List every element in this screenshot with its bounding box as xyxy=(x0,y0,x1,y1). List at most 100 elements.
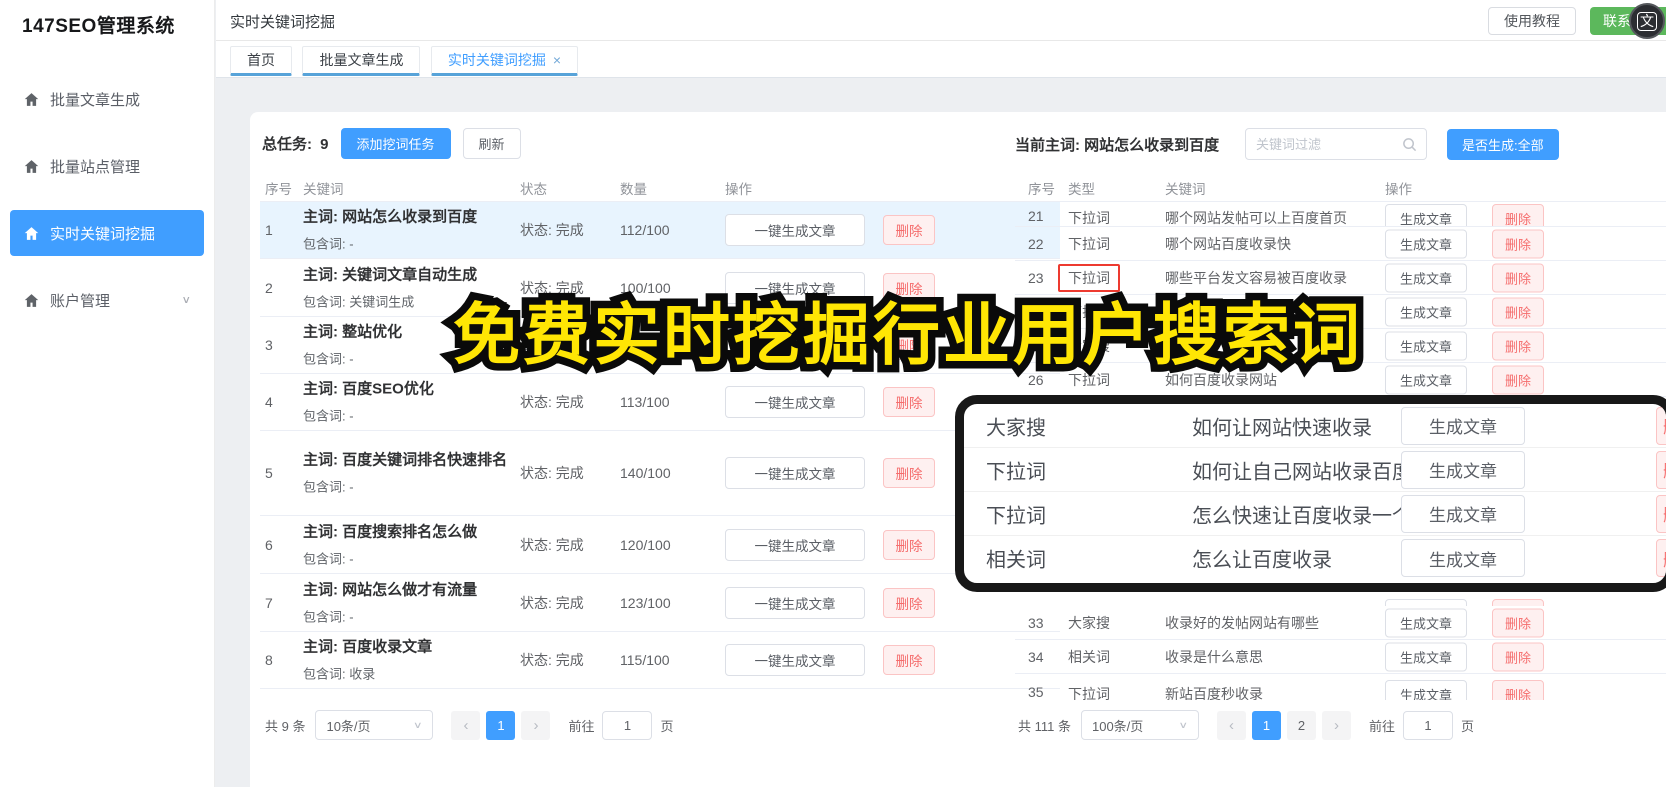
generate-article-button[interactable]: 生成文章 xyxy=(1385,642,1467,671)
topbar: 实时关键词挖掘 使用教程 联系 文 xyxy=(216,0,1666,41)
sidebar-item-batch-site[interactable]: 批量站点管理 xyxy=(10,143,204,189)
generate-article-button[interactable]: 生成文章 xyxy=(1401,406,1525,445)
prev-page-button[interactable]: ‹ xyxy=(1216,710,1246,740)
table-row[interactable]: 34 相关词 收录是什么意思 生成文章 删除 xyxy=(1015,640,1666,674)
task-include-word: 包含词: - xyxy=(303,551,354,566)
delete-button[interactable]: 删除 xyxy=(883,458,935,488)
table-row[interactable]: 22 下拉词 哪个网站百度收录快 生成文章 删除 xyxy=(1015,227,1666,261)
delete-button[interactable]: 删除 xyxy=(1492,365,1544,394)
current-main-word: 当前主词: 网站怎么收录到百度 xyxy=(1015,137,1220,154)
delete-button[interactable]: 删除 xyxy=(883,272,935,303)
tab-realtime-keywords[interactable]: 实时关键词挖掘 × xyxy=(430,46,579,76)
task-status: 状态: 完成 xyxy=(520,222,584,238)
sidebar: 147SEO管理系统 批量文章生成 批量站点管理 实时关键词挖掘 账户管理 ∨ xyxy=(0,0,215,787)
table-row[interactable]: 23 下拉词 哪些平台发文容易被百度收录 生成文章 删除 xyxy=(1015,261,1666,295)
table-row[interactable]: 1 主词: 网站怎么收录到百度 包含词: - 状态: 完成 112/100 一键生… xyxy=(260,202,1060,259)
generate-article-button[interactable] xyxy=(1385,599,1467,606)
generate-article-button[interactable]: 一键生成文章 xyxy=(725,271,865,304)
tab-home[interactable]: 首页 xyxy=(230,46,292,76)
table-row[interactable]: 4 主词: 百度SEO优化 包含词: - 状态: 完成 113/100 一键生成文… xyxy=(260,374,1060,431)
table-row[interactable]: 35 下拉词 新站百度秒收录 生成文章 删除 xyxy=(1015,674,1666,700)
delete-button[interactable]: 删除 xyxy=(883,529,935,560)
tab-batch-article[interactable]: 批量文章生成 xyxy=(302,46,421,76)
generate-article-button[interactable]: 生成文章 xyxy=(1385,331,1467,360)
add-task-button[interactable]: 添加挖词任务 xyxy=(340,128,451,159)
page-number-2[interactable]: 2 xyxy=(1286,710,1316,740)
table-row[interactable]: 26 下拉词 如何百度收录网站 生成文章 删除 xyxy=(1015,363,1666,397)
next-page-button[interactable]: › xyxy=(521,710,551,740)
generate-article-button[interactable]: 生成文章 xyxy=(1385,204,1467,226)
keyword-filter-input[interactable] xyxy=(1256,129,1396,159)
delete-button[interactable]: 删除 xyxy=(1492,608,1544,637)
generate-article-button[interactable]: 生成文章 xyxy=(1385,680,1467,700)
delete-button[interactable]: 删除 xyxy=(1656,494,1666,533)
generate-all-button[interactable]: 是否生成:全部 xyxy=(1447,129,1559,160)
generate-article-button[interactable]: 生成文章 xyxy=(1385,229,1467,258)
delete-button[interactable]: 删除 xyxy=(1492,331,1544,360)
breadcrumb: 实时关键词挖掘 xyxy=(230,14,336,31)
app-logo: 147SEO管理系统 xyxy=(22,16,175,37)
refresh-button[interactable]: 刷新 xyxy=(462,128,521,159)
delete-button[interactable]: 删除 xyxy=(1492,297,1544,326)
delete-button[interactable]: 删除 xyxy=(1656,450,1666,489)
sidebar-item-account[interactable]: 账户管理 ∨ xyxy=(10,277,204,323)
keyword-type: 大家搜 xyxy=(986,417,1046,439)
page-size-select[interactable]: 10条/页 ∨ xyxy=(315,710,434,740)
goto-page-input[interactable] xyxy=(1403,710,1453,740)
task-main-word: 主词: 关键词文章自动生成 xyxy=(303,266,478,283)
goto-page-input[interactable] xyxy=(602,710,653,740)
table-row[interactable]: 21 下拉词 哪个网站发帖可以上百度首页 生成文章 删除 xyxy=(1015,202,1666,227)
generate-article-button[interactable]: 一键生成文章 xyxy=(725,457,865,489)
prev-page-button[interactable]: ‹ xyxy=(451,710,481,740)
delete-button[interactable]: 删除 xyxy=(883,215,935,245)
delete-button[interactable]: 删除 xyxy=(1492,229,1544,258)
table-row[interactable]: 7 主词: 网站怎么做才有流量 包含词: - 状态: 完成 123/100 一键生… xyxy=(260,574,1060,632)
keyword-text: 收录是什么意思 xyxy=(1165,648,1263,665)
generate-article-button[interactable]: 一键生成文章 xyxy=(725,586,865,619)
generate-article-button[interactable]: 一键生成文章 xyxy=(725,644,865,676)
zoom-inset-box: 大家搜 如何让网站快速收录 生成文章 删除 下拉词 如何让自己网站收录百度 生成… xyxy=(955,395,1666,592)
table-row[interactable]: 33 大家搜 收录好的发帖网站有哪些 生成文章 删除 xyxy=(1015,606,1666,640)
delete-button[interactable]: 删除 xyxy=(883,387,935,417)
delete-button[interactable]: 删除 xyxy=(1656,406,1666,445)
delete-button[interactable] xyxy=(1492,599,1544,606)
page-number-1[interactable]: 1 xyxy=(486,710,516,740)
table-row[interactable]: 2 主词: 关键词文章自动生成 包含词: 关键词生成 状态: 完成 100/100… xyxy=(260,259,1060,317)
close-icon[interactable]: × xyxy=(553,52,561,68)
generate-article-button[interactable]: 生成文章 xyxy=(1401,494,1525,533)
generate-article-button[interactable]: 生成文章 xyxy=(1385,365,1467,394)
table-row[interactable]: 25 大家搜 生成文章 删除 xyxy=(1015,329,1666,363)
generate-article-button[interactable]: 一键生成文章 xyxy=(725,528,865,561)
page-size-select[interactable]: 100条/页 ∨ xyxy=(1080,710,1199,740)
delete-button[interactable]: 删除 xyxy=(883,587,935,618)
delete-button[interactable]: 删除 xyxy=(883,330,935,360)
delete-button[interactable]: 删除 xyxy=(1492,680,1544,700)
sidebar-item-realtime-keywords[interactable]: 实时关键词挖掘 xyxy=(10,210,204,256)
delete-button[interactable]: 删除 xyxy=(1492,204,1544,226)
generate-article-button[interactable]: 生成文章 xyxy=(1401,450,1525,489)
tutorial-button[interactable]: 使用教程 xyxy=(1488,7,1576,35)
delete-button[interactable]: 删除 xyxy=(1656,539,1666,577)
keyword-filter-box xyxy=(1245,128,1427,160)
translate-extension-icon[interactable]: 文 xyxy=(1629,3,1665,39)
delete-button[interactable]: 删除 xyxy=(883,645,935,675)
table-row[interactable]: 8 主词: 百度收录文章 包含词: 收录 状态: 完成 115/100 一键生成文… xyxy=(260,632,1060,689)
generate-article-button[interactable]: 生成文章 xyxy=(1385,263,1467,292)
table-row[interactable]: 3 主词: 整站优化 包含词: - 状态: 完成 一键生成文章 删除 xyxy=(260,317,1060,374)
delete-button[interactable]: 删除 xyxy=(1492,263,1544,292)
sidebar-item-batch-article[interactable]: 批量文章生成 xyxy=(10,76,204,122)
next-page-button[interactable]: › xyxy=(1321,710,1351,740)
table-row[interactable]: 6 主词: 百度搜索排名怎么做 包含词: - 状态: 完成 120/100 一键生… xyxy=(260,516,1060,574)
task-status: 状态: 完成 xyxy=(520,465,584,481)
generate-article-button[interactable]: 生成文章 xyxy=(1385,297,1467,326)
table-row[interactable]: 5 主词: 百度关键词排名快速排名 包含词: - 状态: 完成 140/100 一… xyxy=(260,431,1060,516)
page-number-1[interactable]: 1 xyxy=(1251,710,1281,740)
generate-article-button[interactable]: 一键生成文章 xyxy=(725,214,865,246)
delete-button[interactable]: 删除 xyxy=(1492,642,1544,671)
keyword-text: 怎么让百度收录 xyxy=(1192,549,1332,572)
generate-article-button[interactable]: 生成文章 xyxy=(1401,539,1525,577)
generate-article-button[interactable]: 生成文章 xyxy=(1385,608,1467,637)
generate-article-button[interactable]: 一键生成文章 xyxy=(725,329,865,361)
table-row[interactable]: 24 下拉词 生成文章 删除 xyxy=(1015,295,1666,329)
generate-article-button[interactable]: 一键生成文章 xyxy=(725,386,865,418)
